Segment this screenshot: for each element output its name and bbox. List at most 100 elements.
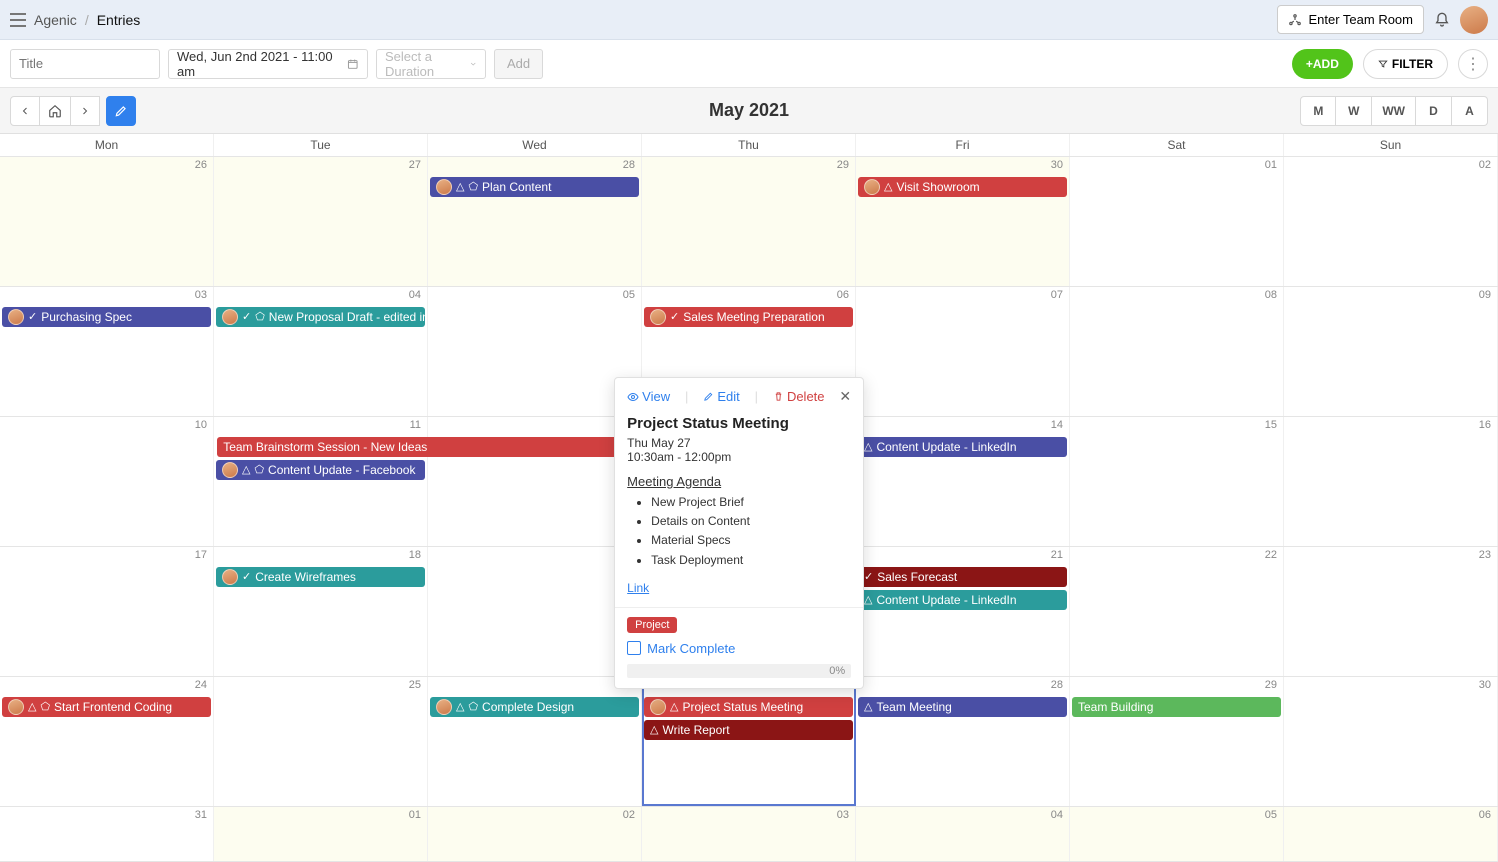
day-number: 11 — [410, 419, 421, 431]
event-chip[interactable]: △ Content Update - LinkedIn — [858, 437, 1067, 457]
view-link[interactable]: View — [627, 389, 670, 404]
view-day[interactable]: D — [1416, 96, 1452, 126]
event-chip[interactable]: △ Project Status Meeting — [644, 697, 853, 717]
day-cell[interactable]: 02 — [428, 807, 642, 861]
event-label: Team Meeting — [876, 700, 951, 714]
day-cell[interactable]: 05 — [1070, 807, 1284, 861]
day-cell[interactable]: 17 — [0, 547, 214, 676]
day-header: Thu — [642, 134, 856, 156]
day-cell[interactable]: 04 — [856, 807, 1070, 861]
event-chip[interactable]: △ Write Report — [644, 720, 853, 740]
title-input[interactable] — [10, 49, 160, 79]
day-cell[interactable]: 29 — [642, 157, 856, 286]
day-cell[interactable]: 02 — [1284, 157, 1498, 286]
day-cell[interactable]: 10 — [0, 417, 214, 546]
edit-mode-button[interactable] — [106, 96, 136, 126]
duration-select[interactable]: Select a Duration — [376, 49, 486, 79]
day-cell[interactable]: 28 △ Team Meeting — [856, 677, 1070, 806]
warning-icon: △ — [864, 702, 872, 713]
warning-icon: △ — [864, 442, 872, 453]
day-cell[interactable]: 09 — [1284, 287, 1498, 416]
day-cell[interactable]: 29 Team Building — [1070, 677, 1284, 806]
event-chip[interactable]: ✓ Purchasing Spec — [2, 307, 211, 327]
mark-complete-button[interactable]: Mark Complete — [627, 641, 851, 656]
day-cell[interactable]: 24 △ ⬠ Start Frontend Coding — [0, 677, 214, 806]
day-cell[interactable]: 05 — [428, 287, 642, 416]
day-cell[interactable]: 27 △ Project Status Meeting △ Write Repo… — [642, 677, 856, 806]
event-chip[interactable]: △ ⬠ Complete Design — [430, 697, 639, 717]
avatar-icon — [864, 179, 880, 195]
notifications-icon[interactable] — [1434, 12, 1450, 28]
day-cell[interactable]: 14 △ Content Update - LinkedIn — [856, 417, 1070, 546]
menu-icon[interactable] — [10, 13, 26, 27]
view-agenda[interactable]: A — [1452, 96, 1488, 126]
day-cell[interactable]: 26 △ ⬠ Complete Design — [428, 677, 642, 806]
day-cell[interactable]: 19 — [428, 547, 642, 676]
day-cell[interactable]: 01 — [214, 807, 428, 861]
week-row: 24 △ ⬠ Start Frontend Coding 25 26 △ ⬠ C… — [0, 677, 1498, 807]
day-cell[interactable]: 18 ✓ Create Wireframes — [214, 547, 428, 676]
popover-time: 10:30am - 12:00pm — [627, 450, 851, 464]
view-workweek[interactable]: WW — [1372, 96, 1416, 126]
day-cell[interactable]: 25 — [214, 677, 428, 806]
day-cell[interactable]: 26 — [0, 157, 214, 286]
today-button[interactable] — [40, 96, 70, 126]
day-cell[interactable]: 06 — [1284, 807, 1498, 861]
event-chip[interactable]: △ ⬠ Content Update - Facebook — [216, 460, 425, 480]
week-row: 31 01 02 03 04 05 06 — [0, 807, 1498, 862]
day-cell[interactable]: 28 △ ⬠ Plan Content — [428, 157, 642, 286]
event-chip[interactable]: Team Building — [1072, 697, 1281, 717]
day-cell[interactable]: 04 ✓ ⬠ New Proposal Draft - edited in li… — [214, 287, 428, 416]
prev-button[interactable] — [10, 96, 40, 126]
team-room-button[interactable]: Enter Team Room — [1277, 5, 1424, 34]
day-number: 06 — [1479, 809, 1491, 821]
event-chip[interactable]: △ Visit Showroom — [858, 177, 1067, 197]
brand-label[interactable]: Agenic — [34, 12, 77, 28]
day-cell[interactable]: 03 — [642, 807, 856, 861]
event-chip[interactable]: △ ⬠ Start Frontend Coding — [2, 697, 211, 717]
day-number: 04 — [409, 289, 421, 301]
day-cell[interactable]: 30 △ Visit Showroom — [856, 157, 1070, 286]
day-cell[interactable]: 22 — [1070, 547, 1284, 676]
day-cell[interactable]: 03 ✓ Purchasing Spec — [0, 287, 214, 416]
day-cell[interactable]: 23 — [1284, 547, 1498, 676]
avatar-icon — [222, 569, 238, 585]
day-cell[interactable]: 16 — [1284, 417, 1498, 546]
delete-link[interactable]: Delete — [773, 389, 825, 404]
separator: | — [685, 389, 688, 404]
pentagon-icon: ⬠ — [254, 465, 264, 476]
more-menu-button[interactable]: ⋮ — [1458, 49, 1488, 79]
add-button-disabled[interactable]: Add — [494, 49, 543, 79]
view-month[interactable]: M — [1300, 96, 1336, 126]
day-cell[interactable]: 30 — [1284, 677, 1498, 806]
event-chip[interactable]: △ ⬠ Plan Content — [430, 177, 639, 197]
add-button[interactable]: +ADD — [1292, 49, 1353, 79]
event-chip[interactable]: ✓ Create Wireframes — [216, 567, 425, 587]
day-cell[interactable]: 21 ✓ Sales Forecast △ Content Update - L… — [856, 547, 1070, 676]
avatar-icon — [650, 309, 666, 325]
next-button[interactable] — [70, 96, 100, 126]
day-cell[interactable]: 01 — [1070, 157, 1284, 286]
date-picker[interactable]: Wed, Jun 2nd 2021 - 11:00 am — [168, 49, 368, 79]
close-icon[interactable]: ✕ — [839, 388, 851, 405]
event-chip[interactable]: ✓ ⬠ New Proposal Draft - edited in lis — [216, 307, 425, 327]
day-header: Sat — [1070, 134, 1284, 156]
view-week[interactable]: W — [1336, 96, 1372, 126]
day-cell[interactable]: 27 — [214, 157, 428, 286]
duration-placeholder: Select a Duration — [385, 49, 469, 79]
day-cell[interactable]: 07 — [856, 287, 1070, 416]
chevron-right-icon — [79, 105, 91, 117]
day-cell[interactable]: 15 — [1070, 417, 1284, 546]
filter-button[interactable]: FILTER — [1363, 49, 1448, 79]
event-chip[interactable]: △ Content Update - LinkedIn — [858, 590, 1067, 610]
event-chip[interactable]: ✓ Sales Forecast — [858, 567, 1067, 587]
event-chip[interactable]: △ Team Meeting — [858, 697, 1067, 717]
edit-link[interactable]: Edit — [703, 389, 739, 404]
event-label: Sales Meeting Preparation — [683, 310, 824, 324]
day-cell[interactable]: 31 — [0, 807, 214, 861]
day-cell[interactable]: 08 — [1070, 287, 1284, 416]
event-chip[interactable]: ✓ Sales Meeting Preparation — [644, 307, 853, 327]
popover-tag[interactable]: Project — [627, 617, 677, 633]
popover-link[interactable]: Link — [627, 581, 649, 595]
user-avatar[interactable] — [1460, 6, 1488, 34]
